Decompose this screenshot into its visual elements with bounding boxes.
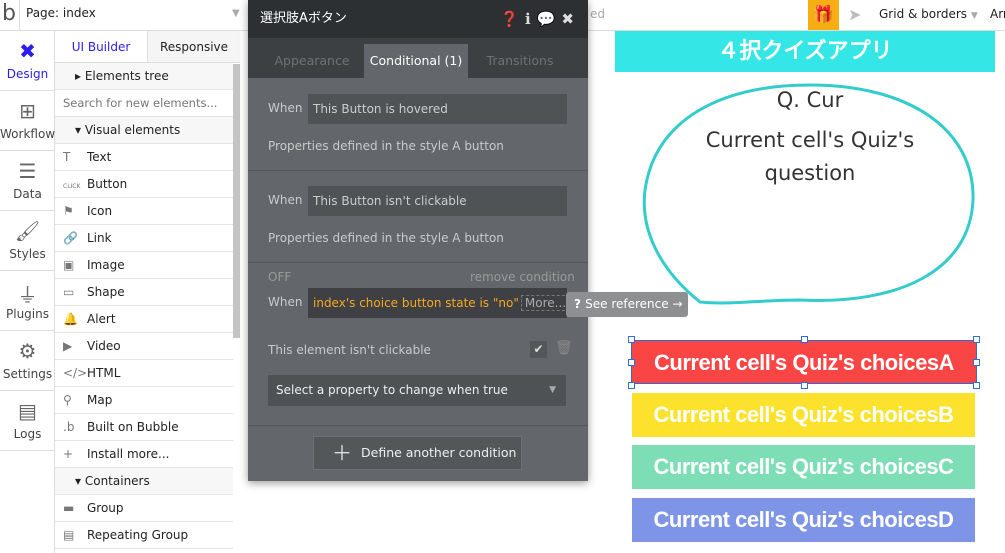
comment-icon[interactable]: 💬 [537, 10, 562, 28]
question-text-2: question [764, 161, 856, 185]
trash-icon[interactable]: 🗑 [555, 340, 573, 356]
plus-icon: ＋ [332, 441, 352, 465]
resize-handle[interactable] [973, 359, 980, 366]
resize-handle[interactable] [801, 336, 808, 343]
editor-title: 選択肢Aボタン [260, 11, 347, 26]
tab-appearance[interactable]: Appearance [262, 44, 362, 78]
info-icon[interactable]: ℹ [525, 10, 537, 28]
define-condition-button[interactable]: ＋ Define another condition [313, 436, 522, 470]
condition-2-field[interactable]: This Button isn't clickable [308, 186, 567, 216]
divider [248, 425, 588, 426]
resize-handle[interactable] [628, 359, 635, 366]
close-icon[interactable]: ✖ [561, 10, 580, 28]
when-label: When [268, 101, 303, 115]
choice-d-button[interactable]: Current cell's Quiz's choicesD [632, 498, 975, 542]
off-label: OFF [268, 270, 292, 284]
resize-handle[interactable] [973, 382, 980, 389]
help-icon[interactable]: ❓ [500, 10, 525, 28]
resize-handle[interactable] [628, 382, 635, 389]
condition-1-field[interactable]: This Button is hovered [308, 94, 567, 124]
condition-3-field[interactable]: index's choice button state is "no" More.… [308, 288, 567, 318]
define-label: Define another condition [361, 445, 517, 460]
more-button[interactable]: More... [520, 295, 567, 311]
resize-handle[interactable] [801, 382, 808, 389]
property-editor: 選択肢Aボタン ❓ℹ💬✖ Appearance Conditional (1) … [248, 0, 588, 481]
property-select[interactable]: Select a property to change when true ▼ [268, 375, 566, 406]
tab-conditional[interactable]: Conditional (1) [364, 44, 468, 78]
divider [248, 170, 588, 171]
when-label: When [268, 193, 303, 207]
choice-b-button[interactable]: Current cell's Quiz's choicesB [632, 393, 975, 437]
remove-condition-link[interactable]: remove condition [470, 270, 575, 284]
divider [248, 262, 588, 263]
resize-handle[interactable] [973, 336, 980, 343]
checkbox-checked[interactable]: ✔ [530, 341, 547, 358]
select-placeholder: Select a property to change when true [276, 383, 508, 397]
app-title: ４択クイズアプリ [615, 31, 995, 72]
question-prefix: Q. Cur [776, 88, 844, 112]
property-label: This element isn't clickable [268, 343, 431, 357]
chevron-down-icon: ▼ [549, 385, 556, 395]
when-label: When [268, 295, 303, 309]
choice-c-button[interactable]: Current cell's Quiz's choicesC [632, 445, 975, 489]
question-icon: ? [574, 297, 586, 311]
question-text-1: Current cell's Quiz's [705, 128, 915, 152]
resize-handle[interactable] [628, 336, 635, 343]
condition-2-note: Properties defined in the style A button [268, 231, 504, 245]
condition-expression: index's choice button state is "no" [313, 296, 519, 310]
see-reference-tooltip[interactable]: ? See reference → [566, 292, 688, 317]
reference-label: See reference → [585, 297, 683, 311]
choice-a-button[interactable]: Current cell's Quiz's choicesA [631, 340, 977, 384]
condition-1-note: Properties defined in the style A button [268, 139, 504, 153]
tab-transitions[interactable]: Transitions [470, 44, 570, 78]
